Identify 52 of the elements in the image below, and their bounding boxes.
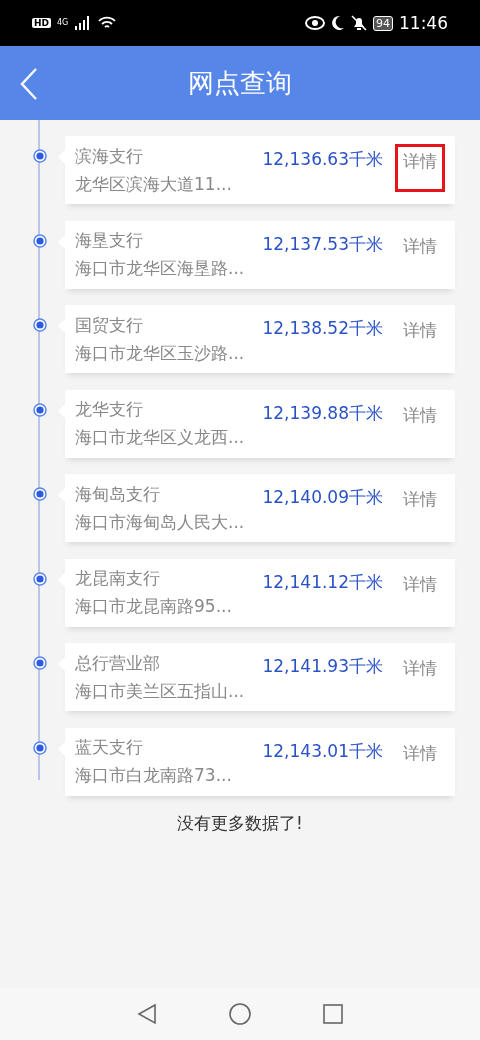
branch-address: 海口市龙昆南路95... [75,595,233,618]
branch-distance: 12,141.12千米 [262,570,383,594]
page-title: 网点查询 [188,66,292,100]
details-link[interactable]: 详情 [395,566,445,615]
eye-icon [305,16,325,30]
timeline-dot-icon [33,149,47,163]
clock-time: 11:46 [399,13,448,33]
branch-address: 海口市龙华区玉沙路... [75,341,246,365]
branch-address: 龙华区滨海大道11... [75,172,233,196]
details-link[interactable]: 详情 [395,313,445,361]
branch-name: 龙昆南支行 [75,567,161,590]
battery-level: 94 [373,15,393,31]
timeline-dot-icon [33,402,47,417]
branch-distance: 12,139.88千米 [262,401,383,425]
recents-nav-button[interactable] [321,1002,346,1026]
branch-name: 蓝天支行 [75,736,144,759]
branch-distance: 12,143.01千米 [262,739,383,763]
timeline-dot-icon [33,318,47,332]
home-nav-button[interactable] [228,1002,252,1026]
network-type: 4G [57,19,69,27]
timeline-dot-icon [33,656,47,670]
branch-name: 海甸岛支行 [75,482,161,506]
branch-address: 海口市龙华区海垦路... [75,257,246,280]
timeline-dot-icon [33,233,47,248]
details-link[interactable]: 详情 [395,735,445,784]
hd-icon: HD [32,18,51,28]
end-of-list-message: 没有更多数据了! [176,812,304,835]
details-link[interactable]: 详情 [395,651,445,699]
branch-name: 国贸支行 [75,313,144,337]
branch-distance: 12,137.53千米 [262,232,383,256]
details-link[interactable]: 详情 [395,228,445,277]
moon-icon [331,15,345,31]
branch-distance: 12,140.09千米 [262,486,383,509]
details-link[interactable]: 详情 [395,397,445,446]
branch-address: 海口市海甸岛人民大... [75,510,246,534]
branch-address: 海口市龙华区义龙西... [75,426,246,449]
branch-name: 滨海支行 [75,144,144,168]
timeline-dot-icon [33,740,47,755]
branch-name: 龙华支行 [75,398,144,421]
branch-address: 海口市美兰区五指山... [75,679,246,703]
branch-distance: 12,136.63千米 [262,148,383,171]
branch-distance: 12,141.93千米 [262,655,383,678]
wifi-icon [98,16,117,30]
branch-address: 海口市白龙南路73... [75,764,233,787]
branch-distance: 12,138.52千米 [262,317,383,340]
details-link[interactable]: 详情 [395,482,445,530]
branch-name: 海垦支行 [75,229,144,252]
muted-bell-icon [351,15,367,31]
timeline-dot-icon [33,487,47,501]
timeline-dot-icon [33,571,47,586]
details-link[interactable]: 详情 [395,144,445,192]
branch-name: 总行营业部 [75,651,161,675]
